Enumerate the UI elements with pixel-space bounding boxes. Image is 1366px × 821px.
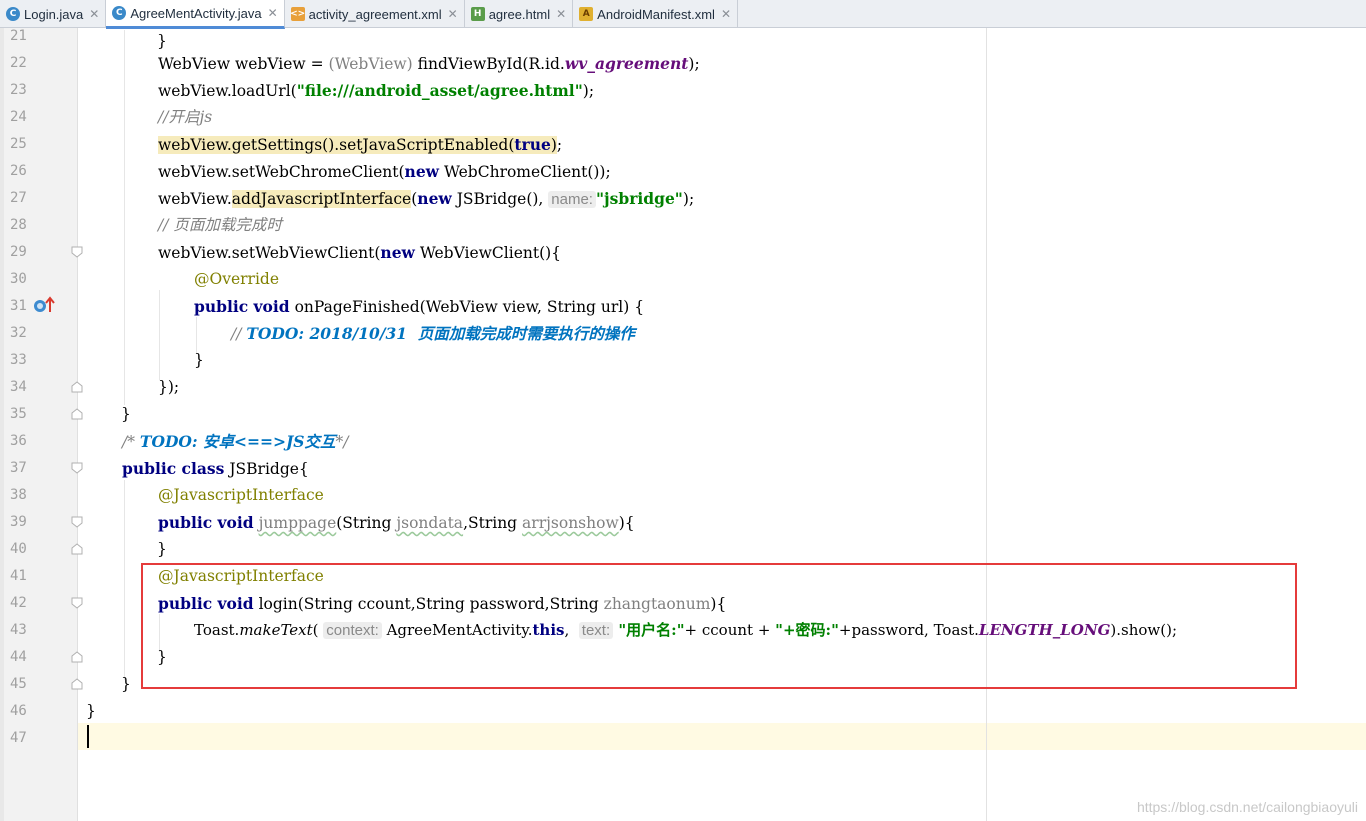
html-file-icon: H [470,7,485,21]
tab-label: AndroidManifest.xml [597,6,715,22]
parameter-hint-name: name: [548,191,596,208]
line-number: 39 [10,514,27,530]
line-number: 38 [10,487,27,503]
tab-android-manifest-xml[interactable]: A AndroidManifest.xml ✕ [573,0,739,28]
tab-activity-agreement-xml[interactable]: <> activity_agreement.xml ✕ [285,0,465,28]
line-number: 29 [10,244,27,260]
code-line-26: webView.setWebChromeClient(new WebChrome… [158,162,611,181]
code-line-29: webView.setWebViewClient(new WebViewClie… [158,243,562,262]
code-line-25: webView.getSettings().setJavaScriptEnabl… [158,135,563,154]
indent-guide [159,290,160,380]
code-line-30: @Override [194,270,280,288]
line-number: 24 [10,109,27,125]
highlight-annotation-box [141,563,1297,689]
tab-label: Login.java [24,6,84,22]
line-number: 31 [10,298,27,314]
fold-collapse-icon[interactable] [71,246,83,258]
line-number: 27 [10,190,27,206]
code-line-39: public void jumppage(String jsondata,Str… [158,513,635,532]
code-line-28: // 页面加载完成时 [158,216,282,234]
editor-tab-bar: C Login.java ✕ C AgreeMentActivity.java … [0,0,1366,29]
line-number: 44 [10,649,27,665]
tab-agreement-activity-java[interactable]: C AgreeMentActivity.java ✕ [106,0,285,29]
code-line-37: public class JSBridge{ [122,459,309,478]
line-number: 34 [10,379,27,395]
indent-guide [124,480,125,680]
code-line-23: webView.loadUrl("file:///android_asset/a… [158,81,595,100]
code-line-32: // TODO: 2018/10/31 页面加载完成时需要执行的操作 [231,324,635,343]
line-number: 28 [10,217,27,233]
tab-label: agree.html [488,6,551,22]
code-line-24: //开启js [158,108,213,126]
xml-file-icon: <> [290,7,306,21]
close-icon[interactable]: ✕ [556,7,566,21]
code-line-46: } [86,702,96,720]
line-number: 33 [10,352,27,368]
right-margin-guide [986,28,987,821]
fold-collapse-icon[interactable] [71,462,83,474]
line-number: 21 [10,28,27,44]
java-class-icon: C [6,7,20,21]
code-line-27: webView.addJavascriptInterface(new JSBri… [158,189,695,208]
line-number: 47 [10,730,27,746]
line-number: 25 [10,136,27,152]
code-line-36: /* TODO: 安卓<==>JS交互*/ [122,432,349,451]
line-number: 36 [10,433,27,449]
code-line-31: public void onPageFinished(WebView view,… [194,297,645,316]
code-line-22: WebView webView = (WebView) findViewById… [158,54,700,73]
line-number: 43 [10,622,27,638]
fold-collapse-icon[interactable] [71,597,83,609]
java-class-icon: C [112,6,127,20]
tab-label: AgreeMentActivity.java [130,5,262,21]
code-line-45: } [121,675,131,693]
fold-collapse-icon[interactable] [71,516,83,528]
close-icon[interactable]: ✕ [89,7,99,21]
code-line-34: }); [158,378,180,396]
indent-guide [124,30,125,405]
tab-agree-html[interactable]: H agree.html ✕ [465,0,574,28]
code-line-33: } [194,351,204,369]
line-number: 41 [10,568,27,584]
tab-label: activity_agreement.xml [308,6,442,22]
current-line-highlight [78,723,1366,750]
fold-end-icon[interactable] [71,543,83,555]
fold-end-icon[interactable] [71,408,83,420]
code-line-38: @JavascriptInterface [158,486,324,504]
manifest-file-icon: A [579,7,594,21]
close-icon[interactable]: ✕ [268,6,278,20]
close-icon[interactable]: ✕ [721,7,731,21]
fold-end-icon[interactable] [71,678,83,690]
line-number: 37 [10,460,27,476]
line-number: 46 [10,703,27,719]
code-line-40: } [157,540,167,558]
line-number: 40 [10,541,27,557]
line-number: 32 [10,325,27,341]
fold-end-icon[interactable] [71,381,83,393]
line-number: 45 [10,676,27,692]
line-number: 26 [10,163,27,179]
code-line-35: } [121,405,131,423]
fold-end-icon[interactable] [71,651,83,663]
watermark: https://blog.csdn.net/cailongbiaoyuli [1136,799,1358,815]
line-number: 30 [10,271,27,287]
line-number: 35 [10,406,27,422]
line-number: 42 [10,595,27,611]
line-number: 23 [10,82,27,98]
line-number: 22 [10,55,27,71]
text-caret [87,725,89,748]
override-method-icon[interactable] [33,296,57,314]
close-icon[interactable]: ✕ [448,7,458,21]
